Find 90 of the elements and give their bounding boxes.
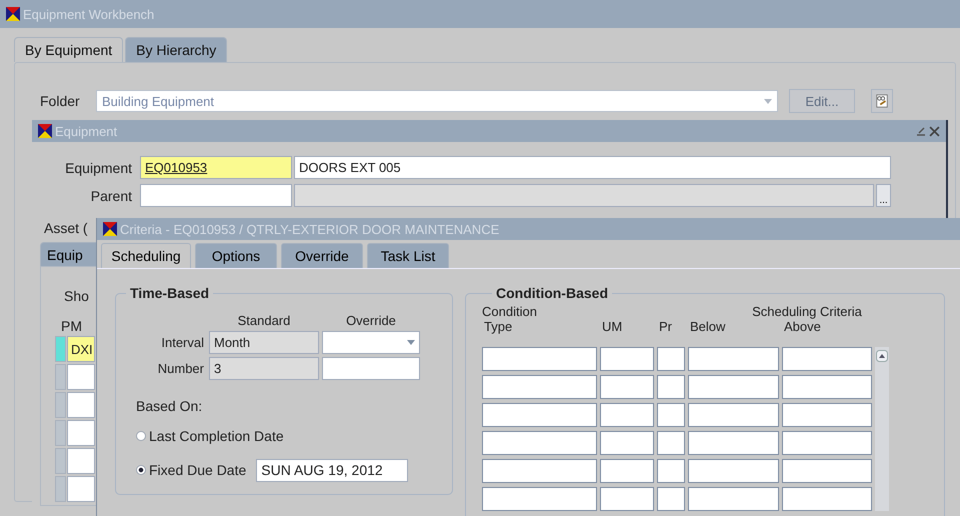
folder-dropdown[interactable]: Building Equipment bbox=[96, 90, 778, 112]
asset-label: Asset ( bbox=[44, 220, 89, 236]
grid-cell-field[interactable] bbox=[688, 347, 779, 371]
tab[interactable]: By Hierarchy bbox=[125, 37, 228, 62]
column-header: Below bbox=[689, 319, 726, 334]
interval-standard-field: Month bbox=[209, 331, 319, 354]
grid-cell-field[interactable] bbox=[657, 403, 685, 427]
grid-cell-field[interactable] bbox=[657, 487, 685, 511]
grid-cell-field[interactable] bbox=[600, 375, 654, 399]
condition-label: Condition bbox=[482, 304, 538, 319]
scroll-up-icon[interactable] bbox=[876, 350, 888, 362]
grid-cell-field[interactable] bbox=[688, 375, 779, 399]
grid-cell-field[interactable] bbox=[657, 375, 685, 399]
equipment-field[interactable]: EQ010953 bbox=[140, 156, 292, 179]
dropdown-arrow-icon bbox=[407, 340, 415, 345]
app-logo-icon bbox=[38, 124, 52, 138]
pm-field[interactable] bbox=[67, 476, 95, 502]
tab[interactable]: By Equipment bbox=[14, 37, 124, 62]
grid-cell-field[interactable] bbox=[482, 347, 597, 371]
parent-field[interactable] bbox=[140, 184, 292, 207]
column-header: UM bbox=[601, 319, 624, 334]
number-standard-field: 3 bbox=[209, 357, 319, 380]
pm-field[interactable] bbox=[67, 392, 95, 418]
equipment-label: Equipment bbox=[64, 160, 133, 176]
grid-cell-field[interactable] bbox=[782, 459, 872, 483]
grid-cell-field[interactable] bbox=[482, 431, 597, 455]
grid-cell-field[interactable] bbox=[688, 403, 779, 427]
grid-cell-field[interactable] bbox=[688, 459, 779, 483]
pm-field[interactable] bbox=[67, 448, 95, 474]
column-header: Pr bbox=[658, 319, 673, 334]
grid-cell-field[interactable] bbox=[482, 403, 597, 427]
dropdown-arrow-icon bbox=[764, 98, 772, 104]
grid-cell-field[interactable] bbox=[782, 347, 872, 371]
grid-cell-field[interactable] bbox=[782, 487, 872, 511]
folder-label: Folder bbox=[40, 93, 81, 109]
lookup-button[interactable]: ... bbox=[876, 184, 891, 207]
based-on-label: Based On: bbox=[136, 398, 204, 414]
number-label: Number bbox=[156, 361, 205, 376]
grid-cell-field[interactable] bbox=[782, 431, 872, 455]
minimize-icon[interactable] bbox=[916, 126, 926, 136]
column-header: Type bbox=[483, 319, 514, 334]
interval-label: Interval bbox=[160, 335, 205, 350]
radio-button[interactable] bbox=[136, 431, 146, 441]
scrollbar[interactable] bbox=[875, 347, 889, 511]
grid-cell-field[interactable] bbox=[600, 347, 654, 371]
parent-label: Parent bbox=[90, 188, 133, 204]
radio-label[interactable]: Fixed Due Date bbox=[149, 462, 246, 478]
grid-cell-field[interactable] bbox=[688, 487, 779, 511]
description-field[interactable]: DOORS EXT 005 bbox=[294, 156, 891, 179]
grid-cell-field[interactable] bbox=[600, 487, 654, 511]
tab[interactable]: Override bbox=[281, 243, 363, 268]
due-date-field[interactable]: SUN AUG 19, 2012 bbox=[256, 458, 408, 482]
tab[interactable]: Scheduling bbox=[101, 243, 191, 268]
group-title: Time-Based bbox=[129, 285, 210, 301]
column-header: Override bbox=[345, 313, 397, 328]
grid-cell-field[interactable] bbox=[782, 403, 872, 427]
grid-cell-field[interactable] bbox=[657, 431, 685, 455]
pm-field[interactable]: DXI bbox=[67, 336, 95, 362]
grid-cell-field[interactable] bbox=[657, 459, 685, 483]
grid-cell-field[interactable] bbox=[657, 347, 685, 371]
tab[interactable]: Options bbox=[195, 243, 277, 268]
app-logo-icon bbox=[6, 7, 20, 21]
equipment-window-title: Equipment bbox=[55, 124, 118, 138]
show-label: Sho bbox=[64, 288, 89, 304]
radio-label[interactable]: Last Completion Date bbox=[149, 428, 284, 444]
radio-button[interactable] bbox=[136, 465, 146, 475]
folder-tool-button[interactable] bbox=[871, 89, 893, 113]
glasses-page-icon bbox=[875, 94, 889, 108]
grid-cell-field[interactable] bbox=[600, 459, 654, 483]
interval-override-dropdown[interactable] bbox=[322, 331, 420, 354]
criteria-window-title: Criteria - EQ010953 / QTRLY-EXTERIOR DOOR MAINTENANCE bbox=[120, 222, 500, 236]
pm-column-header: PM bbox=[61, 318, 82, 334]
column-header: Standard bbox=[236, 313, 292, 328]
grid-cell-field[interactable] bbox=[782, 375, 872, 399]
column-header: Above bbox=[783, 319, 822, 334]
number-override-field[interactable] bbox=[322, 357, 420, 380]
pm-field[interactable] bbox=[67, 364, 95, 390]
app-logo-icon bbox=[103, 222, 117, 236]
grid-cell-field[interactable] bbox=[688, 431, 779, 455]
tab[interactable]: Task List bbox=[367, 243, 449, 268]
grid-cell-field[interactable] bbox=[482, 375, 597, 399]
grid-cell-field[interactable] bbox=[600, 431, 654, 455]
group-title: Condition-Based bbox=[495, 285, 609, 301]
close-icon[interactable] bbox=[929, 126, 940, 136]
scheduling-criteria-label: Scheduling Criteria bbox=[751, 304, 863, 319]
grid-cell-field[interactable] bbox=[482, 487, 597, 511]
window-title: Equipment Workbench bbox=[23, 6, 154, 22]
grid-cell-field[interactable] bbox=[482, 459, 597, 483]
grid-cell-field[interactable] bbox=[600, 403, 654, 427]
pm-field[interactable] bbox=[67, 420, 95, 446]
